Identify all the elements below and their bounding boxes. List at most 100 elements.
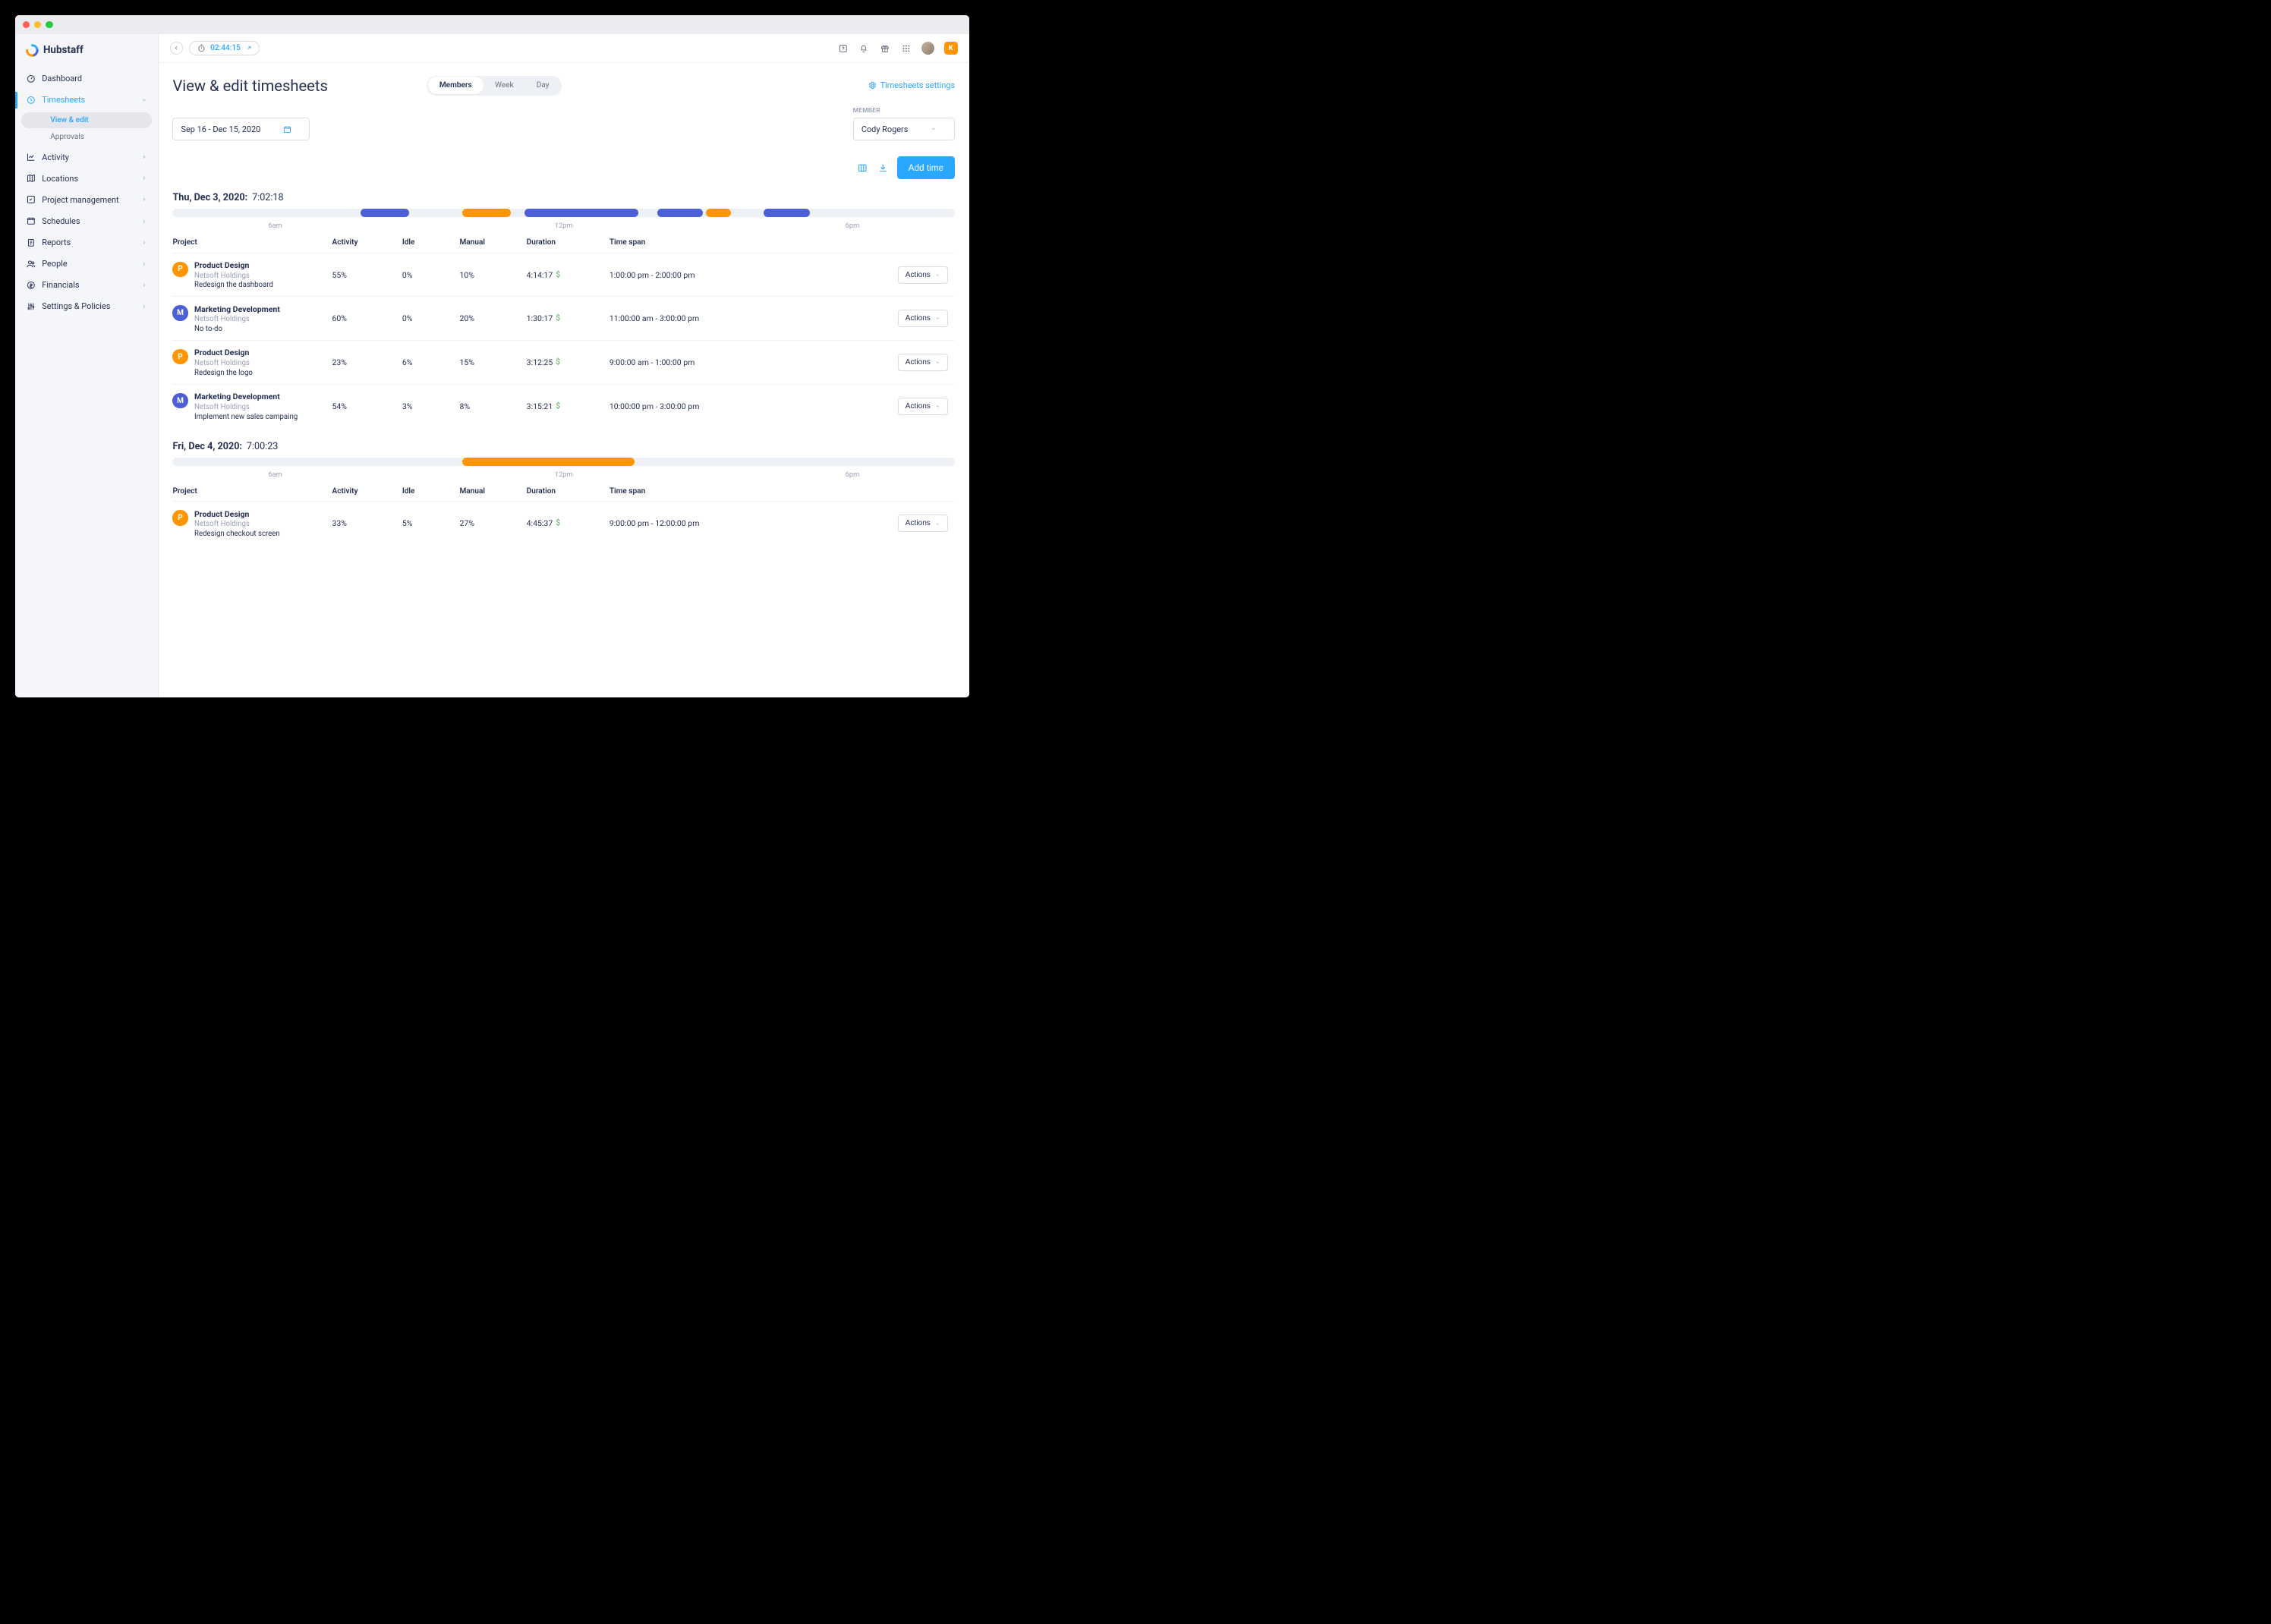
day-date: Fri, Dec 4, 2020:: [172, 441, 242, 452]
day-group: Fri, Dec 4, 2020:7:00:236am12pm6pm Proje…: [172, 441, 955, 546]
dollar-icon: $: [556, 314, 560, 323]
download-icon[interactable]: [876, 161, 890, 175]
sidebar-item-people[interactable]: People: [15, 253, 158, 274]
axis-label: 6am: [268, 471, 282, 479]
sidebar-item-timesheets[interactable]: Timesheets: [15, 90, 158, 111]
apps-grid-icon[interactable]: [900, 42, 912, 54]
row-actions-button[interactable]: Actions: [898, 354, 948, 371]
project-name: Product Design: [194, 260, 273, 270]
project-task: Implement new sales campaing: [194, 413, 298, 421]
project-avatar: P: [172, 510, 187, 525]
back-button[interactable]: [170, 42, 183, 55]
gauge-icon: [26, 74, 36, 83]
app-window: Hubstaff Dashboard Timesheets View & edi…: [15, 15, 969, 697]
close-icon[interactable]: [23, 21, 30, 28]
sidebar-item-schedules[interactable]: Schedules: [15, 210, 158, 231]
sidebar-item-reports[interactable]: Reports: [15, 231, 158, 253]
open-external-icon[interactable]: [246, 45, 252, 51]
chevron-right-icon: [141, 219, 147, 225]
clock-icon: [26, 96, 36, 105]
sidebar-item-label: Reports: [42, 238, 71, 247]
sidebar-sub-view-edit[interactable]: View & edit: [21, 112, 151, 128]
timer-widget[interactable]: 02:44:15: [189, 41, 260, 56]
tab-week[interactable]: Week: [483, 77, 525, 94]
sidebar-item-label: Locations: [42, 174, 78, 184]
add-time-button[interactable]: Add time: [897, 156, 956, 179]
gift-icon[interactable]: [879, 42, 890, 54]
manual-value: 8%: [459, 401, 526, 411]
table-row: M Marketing Development Netsoft Holdings…: [172, 297, 955, 341]
sidebar: Hubstaff Dashboard Timesheets View & edi…: [15, 34, 159, 697]
timeline-segment: [524, 209, 638, 217]
row-actions-button[interactable]: Actions: [898, 266, 948, 284]
sidebar-item-label: Timesheets: [42, 95, 85, 105]
time-axis: 6am12pm6pm: [172, 220, 955, 231]
row-actions-button[interactable]: Actions: [898, 398, 948, 415]
idle-value: 3%: [402, 401, 460, 411]
sidebar-item-locations[interactable]: Locations: [15, 168, 158, 189]
idle-value: 5%: [402, 518, 460, 528]
table-header: Project Activity Idle Manual Duration Ti…: [172, 479, 955, 502]
sidebar-item-settings-policies[interactable]: Settings & Policies: [15, 296, 158, 317]
project-name: Product Design: [194, 509, 280, 519]
member-select[interactable]: Cody Rogers: [853, 118, 955, 140]
row-actions-button[interactable]: Actions: [898, 515, 948, 532]
tab-day[interactable]: Day: [525, 77, 561, 94]
help-icon[interactable]: [837, 42, 849, 54]
minimize-icon[interactable]: [34, 21, 41, 28]
columns-icon[interactable]: [855, 161, 869, 175]
time-axis: 6am12pm6pm: [172, 468, 955, 479]
document-icon: [26, 238, 36, 247]
table-row: M Marketing Development Netsoft Holdings…: [172, 385, 955, 428]
chevron-right-icon: [141, 197, 147, 203]
sidebar-item-label: Project management: [42, 195, 118, 205]
chevron-down-icon: [931, 126, 937, 132]
project-task: Redesign checkout screen: [194, 530, 280, 538]
sidebar-item-project-management[interactable]: Project management: [15, 189, 158, 210]
sidebar-item-dashboard[interactable]: Dashboard: [15, 68, 158, 90]
project-avatar: M: [172, 305, 187, 320]
date-range-picker[interactable]: Sep 16 - Dec 15, 2020: [172, 118, 310, 140]
project-org: Netsoft Holdings: [194, 359, 253, 367]
timespan-value: 11:00:00 am - 3:00:00 pm: [609, 313, 743, 323]
project-org: Netsoft Holdings: [194, 272, 273, 280]
project-name: Marketing Development: [194, 392, 298, 401]
sidebar-sub-approvals[interactable]: Approvals: [21, 129, 151, 145]
calendar-icon: [283, 125, 291, 134]
axis-label: 6pm: [846, 222, 859, 230]
duration-value: 1:30:17 $: [527, 313, 609, 323]
activity-value: 33%: [332, 518, 402, 528]
tab-members[interactable]: Members: [428, 77, 483, 94]
manual-value: 20%: [459, 313, 526, 323]
sidebar-item-label: Schedules: [42, 216, 80, 226]
col-timespan: Time span: [609, 487, 743, 496]
chevron-right-icon: [141, 261, 147, 267]
timeline-segment: [706, 209, 731, 217]
project-name: Product Design: [194, 348, 253, 357]
topbar: 02:44:15 K: [159, 34, 969, 63]
manual-value: 10%: [459, 270, 526, 280]
timespan-value: 9:00:00 am - 1:00:00 pm: [609, 357, 743, 367]
sidebar-item-activity[interactable]: Activity: [15, 146, 158, 168]
timespan-value: 10:00:00 pm - 3:00:00 pm: [609, 401, 743, 411]
titlebar: [15, 15, 969, 34]
activity-value: 60%: [332, 313, 402, 323]
sidebar-item-label: Financials: [42, 280, 79, 290]
idle-value: 0%: [402, 313, 460, 323]
sidebar-item-financials[interactable]: Financials: [15, 275, 158, 296]
day-date: Thu, Dec 3, 2020:: [172, 192, 247, 203]
project-name: Marketing Development: [194, 304, 280, 314]
bell-icon[interactable]: [858, 42, 870, 54]
row-actions-button[interactable]: Actions: [898, 310, 948, 327]
col-duration: Duration: [527, 487, 609, 496]
manual-value: 27%: [459, 518, 526, 528]
chevron-right-icon: [141, 304, 147, 310]
sidebar-item-label: Settings & Policies: [42, 301, 110, 311]
project-avatar: M: [172, 393, 187, 408]
dollar-icon: $: [556, 271, 560, 279]
maximize-icon[interactable]: [46, 21, 52, 28]
col-duration: Duration: [527, 238, 609, 247]
avatar[interactable]: [921, 42, 935, 55]
timesheets-settings-link[interactable]: Timesheets settings: [868, 80, 955, 90]
user-badge[interactable]: K: [944, 42, 958, 55]
